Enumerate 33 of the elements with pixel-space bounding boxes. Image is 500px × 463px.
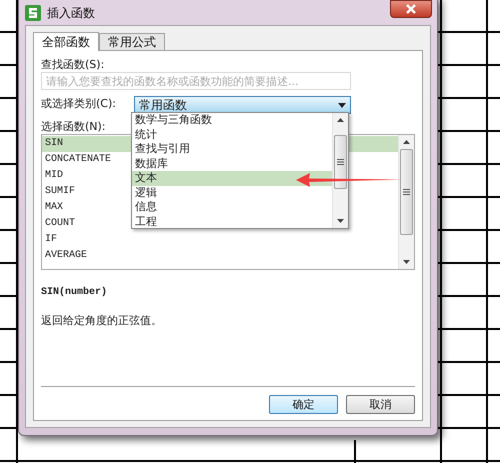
function-description: 返回给定角度的正弦值。 [41, 313, 163, 328]
category-option[interactable]: 文本 [132, 171, 332, 186]
function-item[interactable]: AVERAGE [42, 248, 398, 264]
app-icon [25, 5, 41, 21]
grip-icon [403, 189, 410, 195]
function-syntax: SIN(number) [41, 287, 108, 298]
category-option[interactable]: 信息 [132, 200, 332, 214]
category-option[interactable]: 数据库 [132, 156, 332, 171]
category-option[interactable]: 工程 [132, 214, 332, 229]
cancel-button[interactable]: 取消 [346, 395, 415, 414]
close-icon [405, 4, 417, 14]
close-button[interactable] [390, 0, 432, 18]
grip-icon [337, 159, 344, 165]
category-option[interactable]: 统计 [132, 128, 332, 142]
function-item[interactable]: IF [42, 232, 398, 248]
function-list-label: 选择函数(N): [41, 119, 106, 133]
tab[interactable]: 全部函数 [33, 32, 99, 51]
ok-button[interactable]: 确定 [269, 395, 338, 414]
tab[interactable]: 常用公式 [99, 33, 165, 50]
category-option[interactable]: 逻辑 [132, 186, 332, 200]
category-option[interactable]: 查找与引用 [132, 142, 332, 156]
search-label: 查找函数(S): [41, 57, 104, 71]
category-label: 或选择类别(C): [41, 96, 117, 110]
category-option[interactable]: 数学与三角函数 [132, 113, 332, 128]
scroll-down-icon[interactable] [337, 219, 344, 223]
scrollbar[interactable] [398, 135, 414, 269]
scroll-up-icon[interactable] [337, 118, 344, 122]
dropdown-caret-icon [338, 102, 346, 108]
scrollbar[interactable] [332, 113, 348, 228]
window-title: 插入函数 [47, 4, 95, 22]
scroll-up-icon[interactable] [403, 140, 410, 144]
search-field[interactable]: 请输入您要查找的函数名称或函数功能的简要描述... [41, 72, 351, 90]
scroll-down-icon[interactable] [403, 260, 410, 264]
